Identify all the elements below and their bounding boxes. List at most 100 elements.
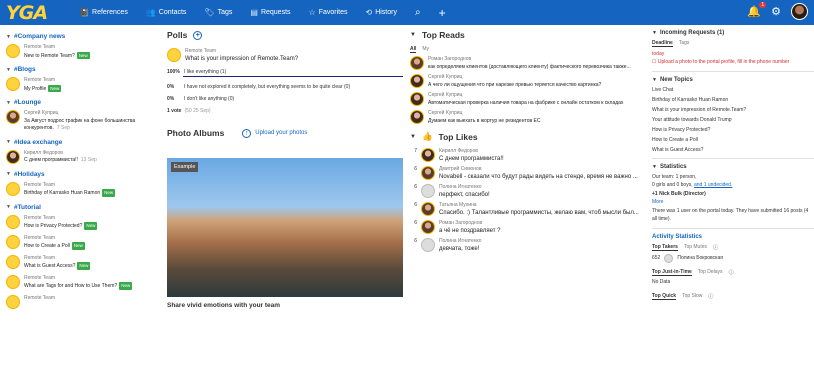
- feed-item[interactable]: Remote Team How to Create a Poll New: [6, 234, 158, 251]
- top-read-item[interactable]: Сергей Куприц Автоматическая проверка нал…: [410, 92, 642, 107]
- more-link[interactable]: More: [652, 199, 814, 207]
- topic-link[interactable]: How is Privacy Protected?: [652, 127, 814, 133]
- right-sidebar: ▼ Incoming Requests (1) Deadline Tags toda…: [652, 30, 814, 303]
- topbar-right: 🔔 1 ⚙: [747, 2, 808, 20]
- feed-text: How to Create a Poll: [24, 243, 70, 249]
- feed-group-header[interactable]: ▼ #Idea exchange: [6, 139, 158, 146]
- chevron-down-icon: ▼: [6, 171, 11, 177]
- top-like-item[interactable]: 6 Полина Игнатенко девчата, тоже!: [410, 238, 642, 253]
- feed-item[interactable]: Кирилл Федоров С днем программиста!! 13 Se…: [6, 149, 158, 165]
- poll-option[interactable]: 0% I don't like anything (0): [167, 96, 403, 102]
- help-icon[interactable]: ⓘ: [708, 293, 713, 300]
- tab-my[interactable]: My: [422, 46, 429, 53]
- app-logo[interactable]: YGA: [6, 2, 48, 24]
- statistics-header: ▼ Statistics: [652, 164, 814, 170]
- feed-author: Кирилл Федоров: [24, 149, 63, 156]
- feed-group-title: #Blogs: [13, 66, 36, 73]
- tab-all[interactable]: All: [410, 46, 417, 53]
- nav-contacts[interactable]: 👥 Contacts: [146, 8, 187, 17]
- feed-item[interactable]: Remote Team What is Guest Access? New: [6, 254, 158, 271]
- feed-group-header[interactable]: ▼ #Tutorial: [6, 204, 158, 211]
- feed-item[interactable]: Remote Team Birthday of Karrasko Huan Ram…: [6, 181, 158, 198]
- top-like-item[interactable]: 7 Кирилл Федоров С днем программиста!!: [410, 148, 642, 163]
- nav-favorites[interactable]: ☆ Favorites: [309, 8, 348, 17]
- top-read-item[interactable]: Сергей Куприц Думаем как выехать в жортур…: [410, 110, 642, 125]
- tab-deadline[interactable]: Deadline: [652, 40, 673, 47]
- topic-link[interactable]: How to Create a Poll: [652, 137, 814, 143]
- nav-references[interactable]: 📓 References: [79, 8, 128, 17]
- nav-requests[interactable]: ▤ Requests: [250, 8, 290, 17]
- feed-group-blogs: ▼ #Blogs Remote Team My Profile New: [0, 66, 158, 93]
- poll-option-text: I have not explored it completely, but e…: [184, 84, 351, 90]
- feed-column: ▼ #Company news Remote Team New to Remote …: [0, 30, 158, 315]
- topic-link[interactable]: What is your impression of Remote.Team?: [652, 107, 814, 113]
- feed-group-header[interactable]: ▼ #Lounge: [6, 99, 158, 106]
- tab-top-slow[interactable]: Top Slow: [682, 293, 702, 300]
- topic-link[interactable]: Birthday of Karrasko Huan Ramon: [652, 97, 814, 103]
- top-read-item[interactable]: Сергей Куприц А чего ли ощущения что при …: [410, 74, 642, 89]
- chevron-down-icon[interactable]: ▼: [410, 134, 416, 140]
- history-icon: ⟲: [365, 8, 373, 17]
- feed-group-lounge: ▼ #Lounge Сергей Куприц За Август подрос т…: [0, 99, 158, 133]
- feed-item[interactable]: Remote Team How is Privacy Protected? New: [6, 214, 158, 231]
- chevron-down-icon[interactable]: ▼: [410, 32, 416, 38]
- tab-tags[interactable]: Tags: [679, 40, 690, 47]
- poll-option[interactable]: 0% I have not explored it completely, but…: [167, 84, 403, 90]
- top-like-item[interactable]: 6 Дмитрий Симонов Novabell - сказали что б…: [410, 166, 642, 181]
- gear-icon[interactable]: ⚙: [771, 5, 781, 18]
- topic-link[interactable]: What is Guest Access?: [652, 147, 814, 153]
- top-like-item[interactable]: 6 Полина Игнатенко перфект, спасибо!: [410, 184, 642, 199]
- chevron-down-icon[interactable]: ▼: [652, 77, 657, 83]
- help-icon[interactable]: ⓘ: [729, 269, 734, 276]
- tab-top-delays[interactable]: Top Delays: [698, 269, 723, 276]
- tab-top-just-in-time[interactable]: Top Just-in-Time: [652, 269, 692, 276]
- topic-link[interactable]: Live Chat: [652, 87, 814, 93]
- user-avatar[interactable]: [791, 3, 808, 20]
- album-caption: Share vivid emotions with your team: [167, 302, 281, 309]
- nav-tags[interactable]: 🏷 Tags: [204, 8, 232, 17]
- requests-header: ▼ Incoming Requests (1): [652, 30, 814, 36]
- tab-top-mutes[interactable]: Top Mutes: [684, 244, 707, 251]
- feed-item[interactable]: Remote Team New to Remote Team? New: [6, 44, 158, 60]
- top-like-item[interactable]: 6 Роман Загороднов а чё не поздравляет ?: [410, 220, 642, 235]
- stats-undecided-link[interactable]: and 1 undecided.: [694, 182, 732, 188]
- top-like-item[interactable]: 6 Татьяна Мухина Спасибо. :) Талантливые п…: [410, 202, 642, 217]
- feed-group-header[interactable]: ▼ #Company news: [6, 33, 158, 40]
- help-icon[interactable]: ⓘ: [713, 244, 718, 251]
- main-nav: 📓 References 👥 Contacts 🏷 Tags ▤ Requests ☆ F…: [79, 6, 446, 20]
- feed-text: What is Guest Access?: [24, 263, 76, 269]
- feed-item[interactable]: Remote Team What are Tags for and How to …: [6, 274, 158, 291]
- avatar: [6, 254, 20, 269]
- feed-text: My Profile: [24, 85, 47, 92]
- nav-history[interactable]: ⟲ History: [365, 8, 396, 17]
- avatar: [421, 166, 435, 180]
- new-badge: New: [102, 189, 116, 197]
- top-column: ▼ Top Reads All My Роман Загороднов как опр…: [410, 30, 642, 256]
- request-item[interactable]: ☐ Upload a photo to the portal profile, …: [652, 59, 814, 67]
- chevron-down-icon[interactable]: ▼: [652, 164, 657, 170]
- top-read-item[interactable]: Роман Загороднов как определяем клиентов …: [410, 56, 642, 71]
- feed-group-header[interactable]: ▼ #Blogs: [6, 66, 158, 73]
- activity-person: Полина Бокровская: [677, 254, 723, 261]
- feed-text: New to Remote Team?: [24, 52, 75, 59]
- topic-link[interactable]: Your attitude towards Donald Trump: [652, 117, 814, 123]
- plus-icon[interactable]: +: [439, 6, 446, 20]
- upload-icon[interactable]: ↑: [242, 128, 252, 138]
- feed-item[interactable]: Сергей Куприц За Август подрос трафик на …: [6, 110, 158, 133]
- feed-item[interactable]: Remote Team My Profile New: [6, 77, 158, 93]
- chevron-down-icon: ▼: [6, 33, 11, 40]
- search-icon[interactable]: ⌕: [415, 7, 421, 18]
- like-text: перфект, спасибо!: [439, 191, 490, 198]
- read-author: Сергей Куприц: [428, 92, 463, 98]
- feed-group-header[interactable]: ▼ #Holidays: [6, 171, 158, 178]
- bell-icon[interactable]: 🔔 1: [747, 2, 767, 18]
- tab-top-quick[interactable]: Top Quick: [652, 293, 677, 300]
- add-poll-button[interactable]: +: [193, 30, 203, 40]
- new-badge: New: [77, 262, 91, 270]
- album-photo[interactable]: Example: [167, 158, 403, 297]
- tab-top-takers[interactable]: Top Takers: [652, 244, 678, 251]
- chevron-down-icon[interactable]: ▼: [652, 30, 657, 36]
- stats-nick: +1 Nick Bulk (Director): [652, 191, 706, 197]
- upload-photos-link[interactable]: Upload your photos: [255, 130, 307, 136]
- feed-item[interactable]: Remote Team: [6, 294, 158, 309]
